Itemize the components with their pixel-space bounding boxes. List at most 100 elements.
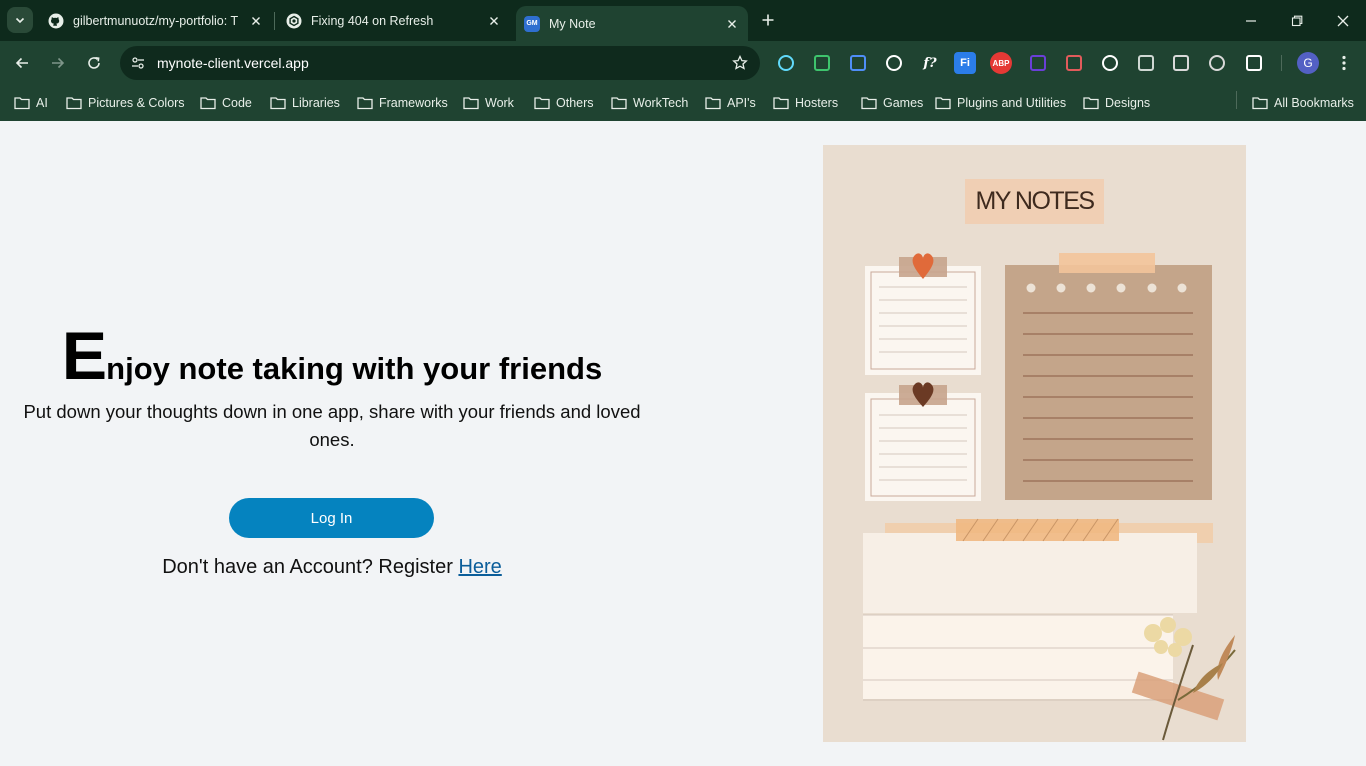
bookmark-folder[interactable]: Work	[463, 92, 514, 114]
vue-icon[interactable]	[1135, 52, 1157, 74]
image-ext-icon[interactable]	[1206, 52, 1228, 74]
angular-icon[interactable]	[1170, 52, 1192, 74]
browser-menu-button[interactable]	[1332, 50, 1356, 76]
bookmark-label: Pictures & Colors	[88, 96, 185, 110]
tab-search-button[interactable]	[7, 7, 33, 33]
headline-drop-cap: E	[61, 318, 107, 394]
gm-favicon-icon: GM	[524, 15, 540, 32]
bookmark-label: WorkTech	[633, 96, 689, 110]
close-window-button[interactable]	[1320, 0, 1366, 41]
minimize-icon	[1246, 19, 1256, 22]
minimize-button[interactable]	[1228, 0, 1274, 41]
close-icon[interactable]	[724, 16, 740, 32]
folder-icon	[66, 97, 82, 110]
notes-collage-graphic	[863, 253, 1236, 741]
bookmarks-divider	[1236, 91, 1237, 109]
browser-toolbar: mynote-client.vercel.app f? Fi ABP G	[0, 41, 1366, 85]
folder-icon	[935, 97, 951, 110]
toolbar-divider	[1281, 55, 1282, 71]
register-prompt-text: Don't have an Account? Register	[162, 556, 459, 578]
bookmark-folder[interactable]: Plugins and Utilities	[935, 92, 1066, 114]
bookmark-folder[interactable]: Frameworks	[357, 92, 448, 114]
chatgpt-icon	[286, 13, 302, 29]
bookmark-label: Others	[556, 96, 594, 110]
bookmark-folder[interactable]: WorkTech	[611, 92, 688, 114]
react-devtools-icon[interactable]	[775, 52, 797, 74]
restore-icon	[1291, 15, 1303, 26]
bookmark-folder[interactable]: Others	[534, 92, 594, 114]
folder-icon	[270, 97, 286, 110]
tab-title: gilbertmunuotz/my-portfolio: T	[73, 13, 239, 28]
glasses-icon[interactable]	[1063, 52, 1085, 74]
bookmark-label: Hosters	[795, 96, 839, 110]
bookmark-label: Plugins and Utilities	[957, 96, 1067, 110]
url-text[interactable]: mynote-client.vercel.app	[157, 55, 726, 71]
page-title: Enjoy note taking with your friends	[0, 317, 664, 395]
folder-icon	[861, 97, 877, 110]
bookmark-label: API's	[727, 96, 756, 110]
bookmark-folder[interactable]: Code	[200, 92, 252, 114]
avatar[interactable]: G	[1297, 52, 1319, 74]
close-icon	[1337, 15, 1349, 26]
folder-icon	[773, 97, 789, 110]
bookmark-folder[interactable]: Libraries	[270, 92, 340, 114]
register-prompt: Don't have an Account? Register Here	[0, 556, 664, 579]
abp-icon[interactable]: ABP	[990, 52, 1012, 74]
tab-title: My Note	[549, 16, 596, 31]
login-button[interactable]: Log In	[229, 498, 434, 538]
folder-icon	[463, 97, 479, 110]
bookmarks-bar: AI Pictures & Colors Code Libraries Framewor…	[0, 85, 1366, 121]
folder-icon	[200, 97, 216, 110]
notes-illustration: MY NOTES	[823, 145, 1246, 742]
bookmark-folder[interactable]: Pictures & Colors	[66, 92, 185, 114]
bookmark-label: Designs	[1105, 96, 1151, 110]
register-link[interactable]: Here	[458, 556, 501, 578]
all-bookmarks-button[interactable]: All Bookmarks	[1252, 92, 1354, 114]
bookmark-folder[interactable]: Hosters	[773, 92, 838, 114]
green-ring-icon[interactable]	[811, 52, 833, 74]
arrow-left-icon	[15, 57, 28, 69]
tab-divider	[274, 12, 275, 30]
restore-button[interactable]	[1274, 0, 1320, 41]
tab-strip: gilbertmunuotz/my-portfolio: T Fixing 40…	[0, 0, 1366, 41]
plus-icon	[762, 14, 774, 26]
bookmark-label: Games	[883, 96, 924, 110]
bookmark-folder[interactable]: Games	[861, 92, 923, 114]
bookmark-folder[interactable]: Designs	[1083, 92, 1150, 114]
docs-icon[interactable]	[847, 52, 869, 74]
tab-title: Fixing 404 on Refresh	[311, 13, 434, 28]
tab-my-note[interactable]: GM My Note	[516, 6, 748, 41]
folder-icon	[1252, 97, 1268, 110]
puzzle-icon[interactable]	[1243, 52, 1265, 74]
tab-chatgpt[interactable]: Fixing 404 on Refresh	[278, 0, 510, 41]
folder-icon	[611, 97, 627, 110]
cube-icon[interactable]	[1027, 52, 1049, 74]
folder-icon	[357, 97, 373, 110]
reload-icon	[88, 57, 100, 69]
eyedropper-icon[interactable]	[883, 52, 905, 74]
close-icon[interactable]	[248, 13, 264, 29]
tab-github[interactable]: gilbertmunuotz/my-portfolio: T	[40, 0, 272, 41]
close-icon[interactable]	[486, 13, 502, 29]
folder-icon	[705, 97, 721, 110]
illustration-title: MY NOTES	[965, 179, 1104, 224]
fi-icon[interactable]: Fi	[954, 52, 976, 74]
back-button[interactable]	[9, 50, 35, 76]
folder-icon	[14, 97, 30, 110]
github-icon	[48, 13, 64, 29]
site-info-icon[interactable]	[122, 47, 154, 79]
forward-button[interactable]	[45, 50, 71, 76]
bookmark-folder[interactable]: AI	[14, 92, 48, 114]
address-bar[interactable]: mynote-client.vercel.app	[120, 46, 760, 80]
headline-text: njoy note taking with your friends	[106, 351, 603, 386]
arrow-right-icon	[52, 57, 65, 69]
bookmark-star-icon[interactable]	[726, 49, 754, 77]
font-icon[interactable]: f?	[919, 52, 941, 74]
bookmark-label: Frameworks	[379, 96, 448, 110]
mask-icon[interactable]	[1099, 52, 1121, 74]
bookmark-folder[interactable]: API's	[705, 92, 756, 114]
hero-subtitle: Put down your thoughts down in one app, …	[23, 401, 641, 450]
reload-button[interactable]	[81, 50, 107, 76]
new-tab-button[interactable]	[756, 8, 780, 32]
folder-icon	[534, 97, 550, 110]
